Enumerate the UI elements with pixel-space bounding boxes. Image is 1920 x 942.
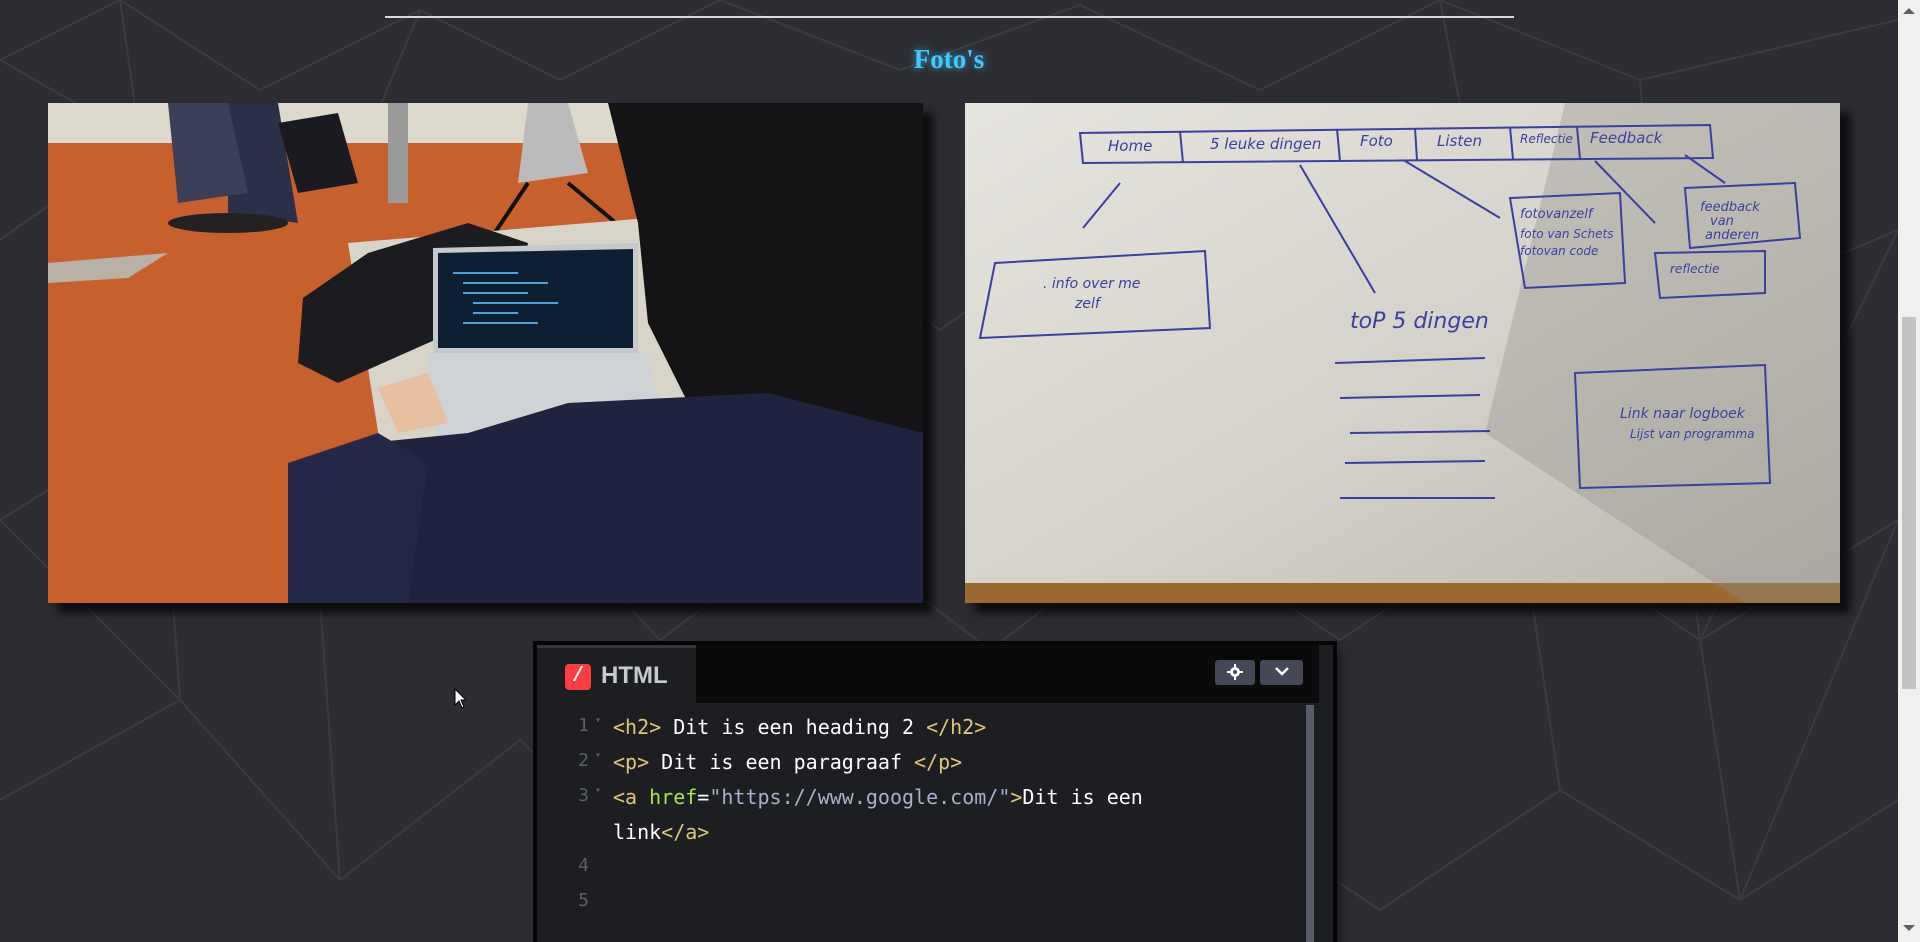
page-scrollbar[interactable] bbox=[1898, 0, 1920, 942]
svg-text:. info over me: . info over me bbox=[1043, 276, 1141, 292]
svg-text:zelf: zelf bbox=[1074, 296, 1102, 312]
code-token: </p> bbox=[914, 750, 963, 774]
code-token: <a bbox=[613, 785, 650, 809]
fold-arrow-icon[interactable]: ▾ bbox=[595, 715, 601, 726]
svg-text:Feedback: Feedback bbox=[1590, 129, 1664, 147]
code-token: Dit is een bbox=[1022, 785, 1143, 809]
code-token: href bbox=[649, 785, 698, 809]
code-token: <h2> bbox=[613, 715, 662, 739]
line-number: 2 bbox=[578, 750, 589, 771]
code-token: Dit is een paragraaf bbox=[649, 750, 915, 774]
svg-text:fotovanzelf: fotovanzelf bbox=[1520, 207, 1595, 222]
student-at-laptop-photo bbox=[48, 103, 923, 603]
code-text: <h2> Dit is een heading 2 </h2> bbox=[613, 715, 986, 739]
line-number: 4 bbox=[578, 855, 589, 876]
svg-text:Foto: Foto bbox=[1360, 132, 1393, 150]
svg-text:foto van Schets: foto van Schets bbox=[1520, 227, 1613, 241]
svg-text:toP 5 dingen: toP 5 dingen bbox=[1350, 309, 1489, 334]
svg-text:Home: Home bbox=[1108, 137, 1152, 155]
mouse-cursor-icon bbox=[454, 688, 468, 709]
website-sketch-photo: Home 5 leuke dingen Foto Listen Reflectie F… bbox=[965, 103, 1840, 603]
svg-text:fotovan code: fotovan code bbox=[1520, 244, 1598, 258]
svg-text:5 leuke dingen: 5 leuke dingen bbox=[1210, 135, 1321, 153]
collapse-button[interactable] bbox=[1260, 660, 1303, 685]
svg-text:van: van bbox=[1710, 214, 1734, 229]
code-token: > bbox=[1010, 785, 1023, 809]
code-token: = bbox=[697, 785, 710, 809]
editor-scrollbar[interactable] bbox=[1306, 705, 1314, 942]
codepen-html-icon: / bbox=[565, 664, 591, 690]
code-text: <p> Dit is een paragraaf </p> bbox=[613, 750, 962, 774]
settings-button[interactable] bbox=[1215, 660, 1255, 685]
svg-text:anderen: anderen bbox=[1705, 228, 1759, 243]
codepen-embed[interactable]: / HTML 1 ▾ <h2> Dit is een heading 2 </h2>… bbox=[537, 645, 1333, 942]
fold-arrow-icon[interactable]: ▾ bbox=[595, 750, 601, 761]
code-text: <a href="https://www.google.com/">Dit is… bbox=[613, 785, 1143, 809]
horizontal-divider bbox=[385, 16, 1514, 18]
svg-text:Link naar logboek: Link naar logboek bbox=[1620, 406, 1746, 422]
svg-text:feedback: feedback bbox=[1700, 200, 1760, 215]
svg-text:reflectie: reflectie bbox=[1670, 262, 1719, 276]
codepen-header: / HTML bbox=[537, 645, 1319, 703]
svg-text:Reflectie: Reflectie bbox=[1520, 132, 1573, 146]
scrollbar-thumb[interactable] bbox=[1902, 317, 1916, 689]
code-editor[interactable]: 1 ▾ <h2> Dit is een heading 2 </h2> 2 ▾ <p> D… bbox=[537, 703, 1319, 942]
svg-text:Listen: Listen bbox=[1437, 132, 1482, 150]
line-number: 1 bbox=[578, 715, 589, 736]
section-title: Foto's bbox=[913, 44, 985, 74]
code-token: link bbox=[613, 820, 662, 844]
code-token: Dit is een heading 2 bbox=[661, 715, 927, 739]
code-token: </h2> bbox=[926, 715, 987, 739]
fold-arrow-icon[interactable]: ▾ bbox=[595, 785, 601, 796]
svg-text:Lijst van programma: Lijst van programma bbox=[1630, 427, 1755, 441]
gear-icon bbox=[1227, 664, 1243, 680]
code-text: link</a> bbox=[613, 820, 709, 844]
code-token: <p> bbox=[613, 750, 650, 774]
code-token: </a> bbox=[661, 820, 710, 844]
scroll-down-icon[interactable] bbox=[1903, 925, 1915, 931]
tab-html-label: HTML bbox=[601, 662, 668, 689]
chevron-down-icon bbox=[1274, 667, 1289, 676]
line-number: 3 bbox=[578, 785, 589, 806]
tab-html[interactable]: / HTML bbox=[537, 645, 696, 703]
scroll-up-icon[interactable] bbox=[1903, 8, 1915, 14]
line-number: 5 bbox=[578, 890, 589, 911]
code-token: "https://www.google.com/" bbox=[709, 785, 1011, 809]
